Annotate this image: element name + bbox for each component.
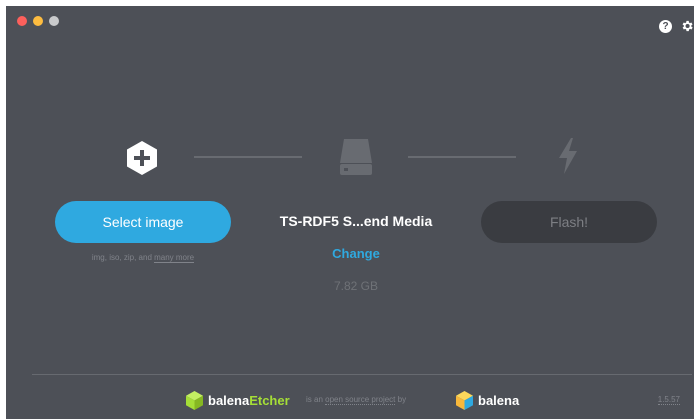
formats-text: img, iso, zip, and	[91, 253, 155, 262]
header-actions: ?	[659, 19, 694, 33]
supported-formats: img, iso, zip, and many more	[55, 253, 231, 263]
select-image-button[interactable]: Select image	[55, 201, 231, 243]
plus-hexagon-icon	[125, 140, 159, 181]
lightning-icon	[557, 137, 579, 180]
zoom-window-button[interactable]	[49, 16, 59, 26]
many-more-link[interactable]: many more	[154, 253, 195, 263]
window-controls	[17, 16, 59, 26]
connector-line-1	[194, 156, 302, 158]
version-label: 1.5.57	[657, 395, 680, 405]
tagline: is an open source project by	[306, 395, 407, 405]
balena-cube-icon	[456, 391, 473, 410]
gear-icon[interactable]	[680, 19, 694, 33]
tagline-prefix: is an	[306, 395, 326, 404]
minimize-window-button[interactable]	[33, 16, 43, 26]
question-circle-icon[interactable]: ?	[659, 19, 672, 33]
footer-divider	[32, 374, 692, 375]
connector-line-2	[408, 156, 516, 158]
etcher-logo[interactable]: balenaEtcher	[186, 391, 290, 410]
tagline-suffix: by	[395, 395, 407, 404]
etcher-cube-icon	[186, 391, 203, 410]
selected-drive-name: TS-RDF5 S...end Media	[279, 213, 433, 229]
balena-logo[interactable]: balena	[456, 391, 519, 410]
footer: balenaEtcher is an open source project b…	[6, 390, 694, 412]
drive-icon	[338, 137, 374, 182]
change-drive-link[interactable]: Change	[306, 246, 406, 261]
flash-button[interactable]: Flash!	[481, 201, 657, 243]
brand-prefix: balena	[208, 393, 250, 408]
close-window-button[interactable]	[17, 16, 27, 26]
company-name: balena	[478, 393, 520, 408]
drive-size: 7.82 GB	[333, 279, 379, 293]
etcher-window: ? Select image img, iso, zip, and many m	[6, 6, 694, 419]
open-source-link[interactable]: open source project	[325, 395, 396, 405]
brand-suffix: Etcher	[249, 393, 290, 408]
